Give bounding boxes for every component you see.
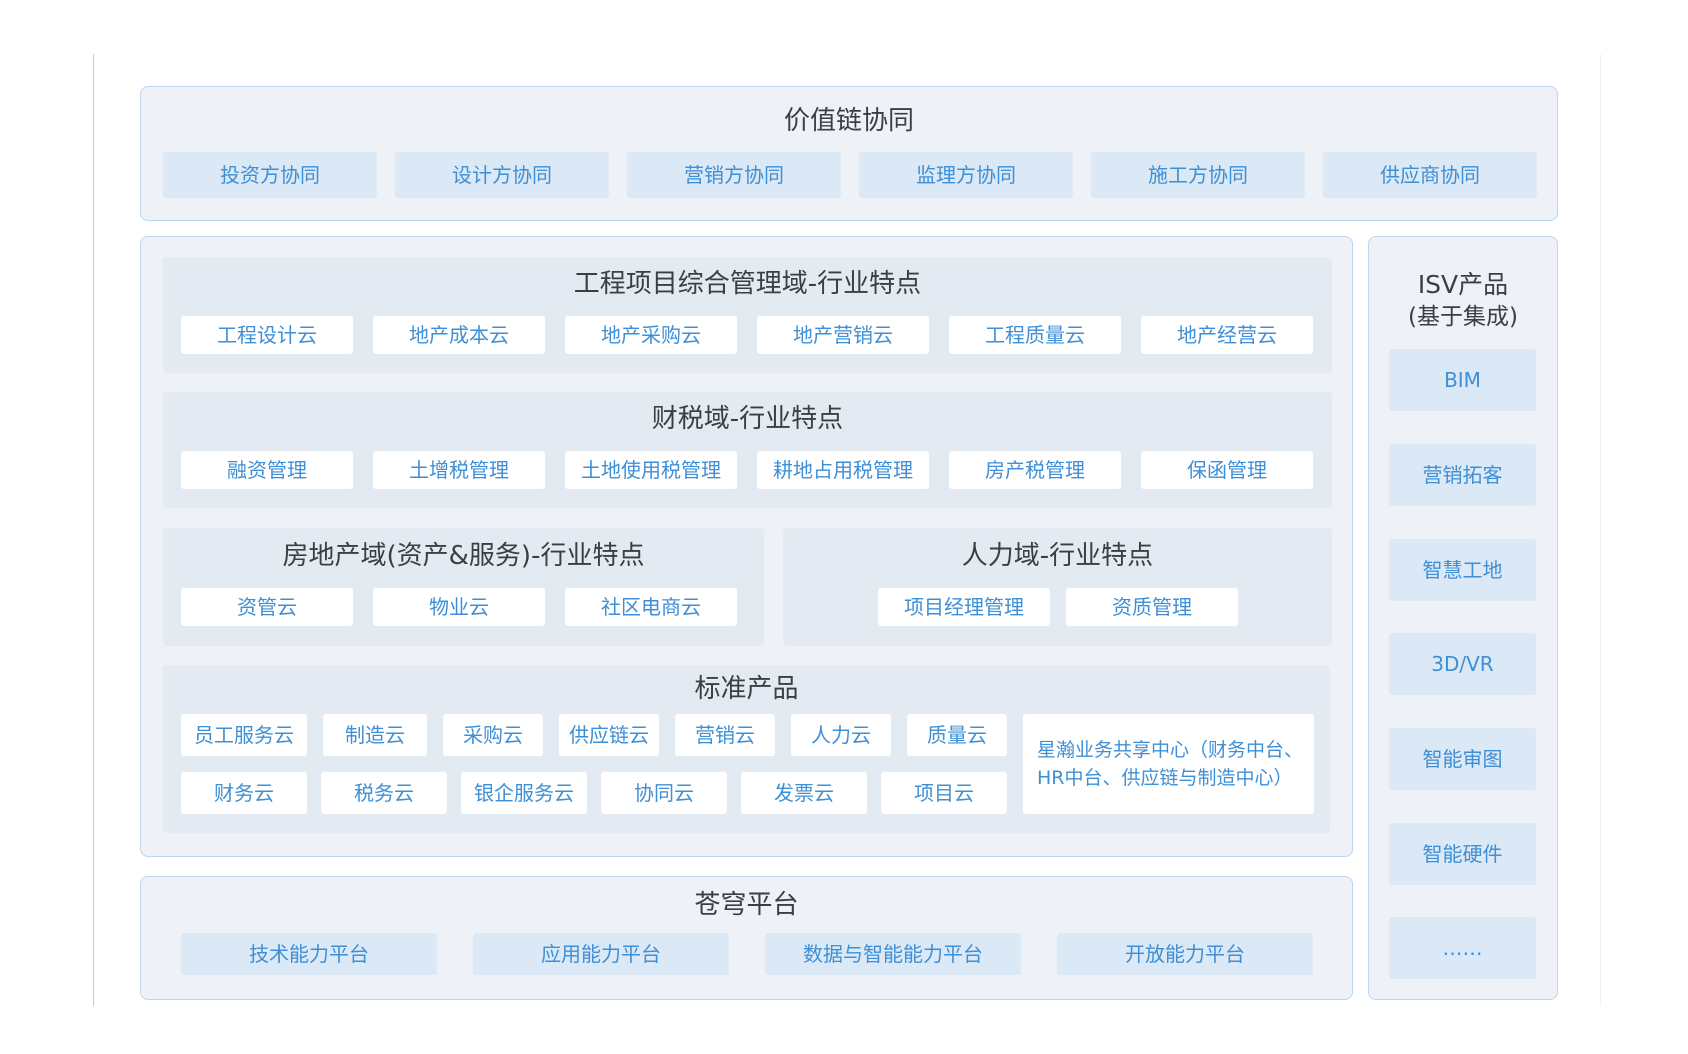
engineering-item[interactable]: 地产营销云 bbox=[757, 316, 929, 354]
isv-item[interactable]: 智能审图 bbox=[1389, 728, 1536, 790]
finance-tax-item[interactable]: 土地使用税管理 bbox=[565, 451, 737, 489]
isv-item[interactable]: 营销拓客 bbox=[1389, 444, 1536, 506]
value-chain-item[interactable]: 供应商协同 bbox=[1323, 152, 1537, 198]
value-chain-item[interactable]: 监理方协同 bbox=[859, 152, 1073, 198]
standard-product-item[interactable]: 协同云 bbox=[601, 772, 727, 814]
value-chain-item[interactable]: 设计方协同 bbox=[395, 152, 609, 198]
value-chain-item[interactable]: 营销方协同 bbox=[627, 152, 841, 198]
standard-product-item[interactable]: 员工服务云 bbox=[181, 714, 307, 756]
platform-title: 苍穹平台 bbox=[694, 890, 799, 920]
platform-item[interactable]: 开放能力平台 bbox=[1057, 933, 1313, 975]
engineering-item[interactable]: 工程设计云 bbox=[181, 316, 353, 354]
standard-product-item[interactable]: 质量云 bbox=[907, 714, 1007, 756]
standard-product-item[interactable]: 制造云 bbox=[323, 714, 427, 756]
standard-product-item[interactable]: 项目云 bbox=[881, 772, 1007, 814]
standard-product-item[interactable]: 人力云 bbox=[791, 714, 891, 756]
standard-product-item[interactable]: 财务云 bbox=[181, 772, 307, 814]
hr-item[interactable]: 资质管理 bbox=[1066, 588, 1238, 626]
left-divider-line bbox=[93, 54, 94, 1006]
isv-subtitle: (基于集成) bbox=[1408, 304, 1518, 330]
standard-products-title: 标准产品 bbox=[694, 674, 799, 704]
standard-product-item[interactable]: 供应链云 bbox=[559, 714, 659, 756]
value-chain-panel: 价值链协同 投资方协同 设计方协同 营销方协同 监理方协同 施工方协同 供应商协… bbox=[140, 86, 1558, 221]
real-estate-item[interactable]: 社区电商云 bbox=[565, 588, 737, 626]
engineering-item[interactable]: 地产成本云 bbox=[373, 316, 545, 354]
shared-center-card[interactable]: 星瀚业务共享中心（财务中台、 HR中台、供应链与制造中心） bbox=[1023, 714, 1314, 814]
finance-tax-item[interactable]: 土增税管理 bbox=[373, 451, 545, 489]
value-chain-item[interactable]: 投资方协同 bbox=[163, 152, 377, 198]
finance-tax-item[interactable]: 保函管理 bbox=[1141, 451, 1313, 489]
finance-tax-item[interactable]: 房产税管理 bbox=[949, 451, 1121, 489]
real-estate-item[interactable]: 物业云 bbox=[373, 588, 545, 626]
standard-product-item[interactable]: 营销云 bbox=[675, 714, 775, 756]
hr-item[interactable]: 项目经理管理 bbox=[878, 588, 1050, 626]
shared-center-line: HR中台、供应链与制造中心） bbox=[1037, 767, 1293, 789]
platform-panel: 苍穹平台 技术能力平台 应用能力平台 数据与智能能力平台 开放能力平台 bbox=[140, 876, 1353, 1000]
engineering-item[interactable]: 工程质量云 bbox=[949, 316, 1121, 354]
real-estate-title: 房地产域(资产&服务)-行业特点 bbox=[282, 541, 645, 571]
finance-tax-title: 财税域-行业特点 bbox=[651, 404, 844, 434]
value-chain-title: 价值链协同 bbox=[783, 106, 914, 136]
isv-item[interactable]: BIM bbox=[1389, 349, 1536, 411]
isv-item[interactable]: …… bbox=[1389, 917, 1536, 979]
isv-item[interactable]: 智能硬件 bbox=[1389, 823, 1536, 885]
finance-tax-item[interactable]: 融资管理 bbox=[181, 451, 353, 489]
real-estate-item[interactable]: 资管云 bbox=[181, 588, 353, 626]
isv-item[interactable]: 3D/VR bbox=[1389, 633, 1536, 695]
right-divider-line bbox=[1600, 54, 1601, 1006]
hr-title: 人力域-行业特点 bbox=[961, 541, 1154, 571]
isv-title: ISV产品 bbox=[1417, 270, 1509, 299]
real-estate-section: 房地产域(资产&服务)-行业特点 资管云 物业云 社区电商云 bbox=[163, 528, 764, 646]
standard-product-item[interactable]: 银企服务云 bbox=[461, 772, 587, 814]
finance-tax-item[interactable]: 耕地占用税管理 bbox=[757, 451, 929, 489]
value-chain-item[interactable]: 施工方协同 bbox=[1091, 152, 1305, 198]
isv-item[interactable]: 智慧工地 bbox=[1389, 539, 1536, 601]
standard-products-section: 标准产品 员工服务云 制造云 采购云 供应链云 营销云 人力云 质量云 财务云 … bbox=[163, 665, 1330, 833]
finance-tax-section: 财税域-行业特点 融资管理 土增税管理 土地使用税管理 耕地占用税管理 房产税管… bbox=[163, 392, 1332, 508]
standard-product-item[interactable]: 税务云 bbox=[321, 772, 447, 814]
isv-panel: ISV产品 (基于集成) BIM 营销拓客 智慧工地 3D/VR 智能审图 智能… bbox=[1368, 236, 1558, 1000]
shared-center-line: 星瀚业务共享中心（财务中台、 bbox=[1037, 739, 1304, 761]
platform-item[interactable]: 技术能力平台 bbox=[181, 933, 437, 975]
platform-item[interactable]: 应用能力平台 bbox=[473, 933, 729, 975]
engineering-title: 工程项目综合管理域-行业特点 bbox=[573, 269, 922, 299]
hr-section: 人力域-行业特点 项目经理管理 资质管理 bbox=[783, 528, 1332, 646]
domains-panel: 工程项目综合管理域-行业特点 工程设计云 地产成本云 地产采购云 地产营销云 工… bbox=[140, 236, 1353, 857]
platform-item[interactable]: 数据与智能能力平台 bbox=[765, 933, 1021, 975]
engineering-item[interactable]: 地产采购云 bbox=[565, 316, 737, 354]
standard-product-item[interactable]: 发票云 bbox=[741, 772, 867, 814]
standard-product-item[interactable]: 采购云 bbox=[443, 714, 543, 756]
engineering-section: 工程项目综合管理域-行业特点 工程设计云 地产成本云 地产采购云 地产营销云 工… bbox=[163, 257, 1332, 373]
engineering-item[interactable]: 地产经营云 bbox=[1141, 316, 1313, 354]
